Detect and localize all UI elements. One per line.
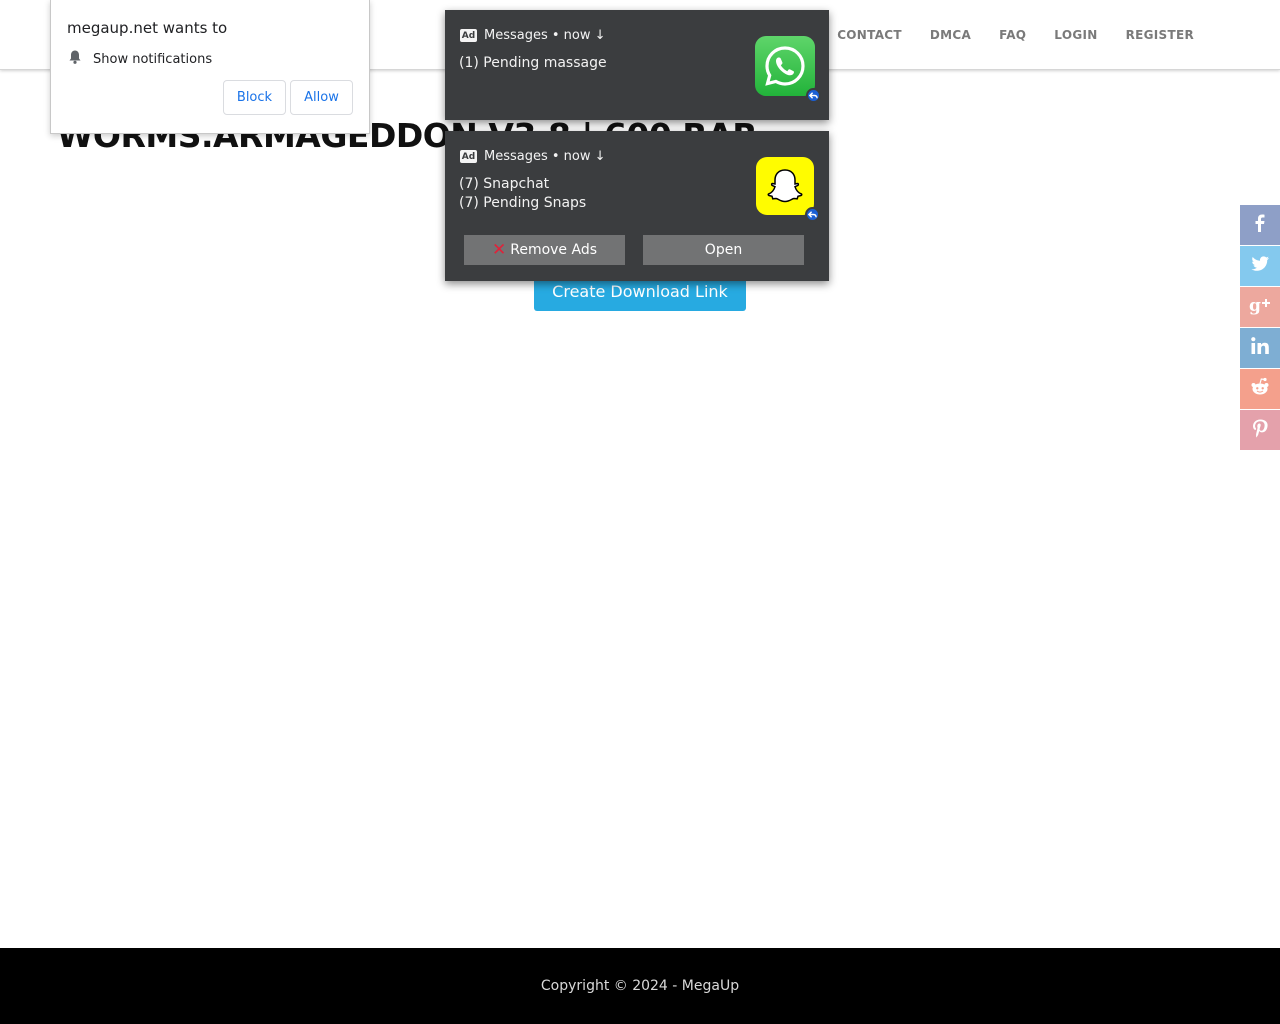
linkedin-share-button[interactable] [1240, 328, 1280, 368]
notification-source: Messages • now ↓ [484, 28, 606, 43]
reply-icon [805, 207, 820, 222]
remove-ads-label: Remove Ads [510, 242, 598, 258]
reddit-share-button[interactable] [1240, 369, 1280, 409]
notification-line: (1) Pending massage [459, 55, 607, 71]
pinterest-icon [1249, 417, 1271, 444]
notification-header: Ad Messages • now ↓ [460, 28, 606, 43]
notification-header: Ad Messages • now ↓ [460, 149, 606, 164]
close-icon: ✕ [491, 239, 507, 260]
nav-faq[interactable]: FAQ [999, 28, 1026, 42]
notification-line: (7) Snapchat [459, 176, 550, 192]
nav-contact[interactable]: CONTACT [837, 28, 902, 42]
notification-body: (1) Pending massage [459, 54, 607, 73]
notification-permission-prompt: megaup.net wants to Show notifications B… [50, 0, 370, 134]
ad-badge-icon: Ad [460, 150, 477, 163]
facebook-icon [1249, 212, 1271, 239]
open-button[interactable]: Open [643, 235, 804, 265]
remove-ads-button[interactable]: ✕ Remove Ads [464, 235, 625, 265]
permission-title: megaup.net wants to [67, 19, 228, 37]
permission-request: Show notifications [67, 49, 212, 69]
ad-badge-icon: Ad [460, 29, 477, 42]
twitter-share-button[interactable] [1240, 246, 1280, 286]
allow-button[interactable]: Allow [290, 80, 353, 115]
notification-body: (7) Snapchat (7) Pending Snaps [459, 175, 586, 213]
social-share-bar: g [1240, 205, 1280, 450]
ad-notification-whatsapp[interactable]: Ad Messages • now ↓ (1) Pending massage [445, 10, 829, 120]
nav-dmca[interactable]: DMCA [930, 28, 971, 42]
bell-icon [67, 49, 83, 69]
linkedin-icon [1249, 335, 1271, 362]
footer-copyright: Copyright © 2024 - MegaUp [540, 978, 740, 994]
svg-text:g: g [1249, 296, 1261, 316]
google-plus-share-button[interactable]: g [1240, 287, 1280, 327]
notification-source: Messages • now ↓ [484, 149, 606, 164]
google-plus-icon: g [1248, 294, 1272, 321]
nav-login[interactable]: LOGIN [1054, 28, 1097, 42]
whatsapp-icon [755, 36, 821, 103]
twitter-icon [1249, 253, 1271, 280]
ad-notification-snapchat[interactable]: Ad Messages • now ↓ (7) Snapchat (7) Pen… [445, 131, 829, 281]
pinterest-share-button[interactable] [1240, 410, 1280, 450]
permission-request-label: Show notifications [93, 51, 213, 67]
footer: Copyright © 2024 - MegaUp [0, 948, 1280, 1024]
reply-icon [806, 88, 821, 103]
main-nav: CONTACT DMCA FAQ LOGIN REGISTER [837, 0, 1194, 70]
reddit-icon [1249, 376, 1271, 403]
block-button[interactable]: Block [223, 80, 286, 115]
notification-line: (7) Pending Snaps [459, 195, 587, 211]
facebook-share-button[interactable] [1240, 205, 1280, 245]
snapchat-icon [756, 157, 820, 222]
nav-register[interactable]: REGISTER [1126, 28, 1194, 42]
